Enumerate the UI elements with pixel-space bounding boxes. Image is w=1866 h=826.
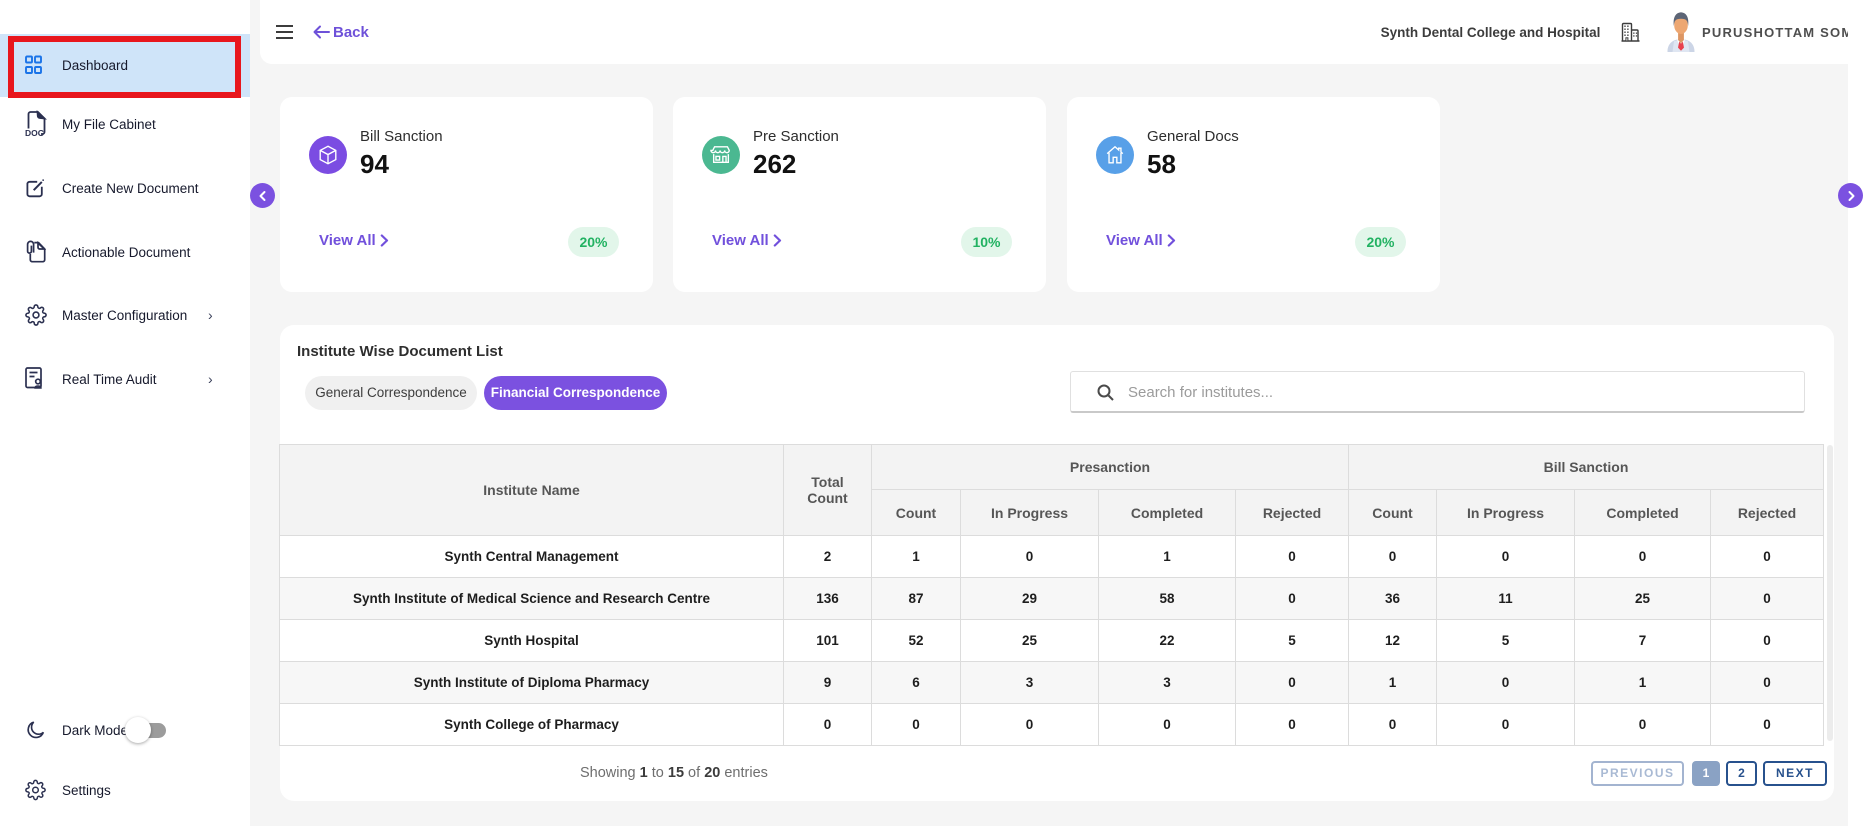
svg-text:DOC: DOC: [25, 128, 44, 138]
